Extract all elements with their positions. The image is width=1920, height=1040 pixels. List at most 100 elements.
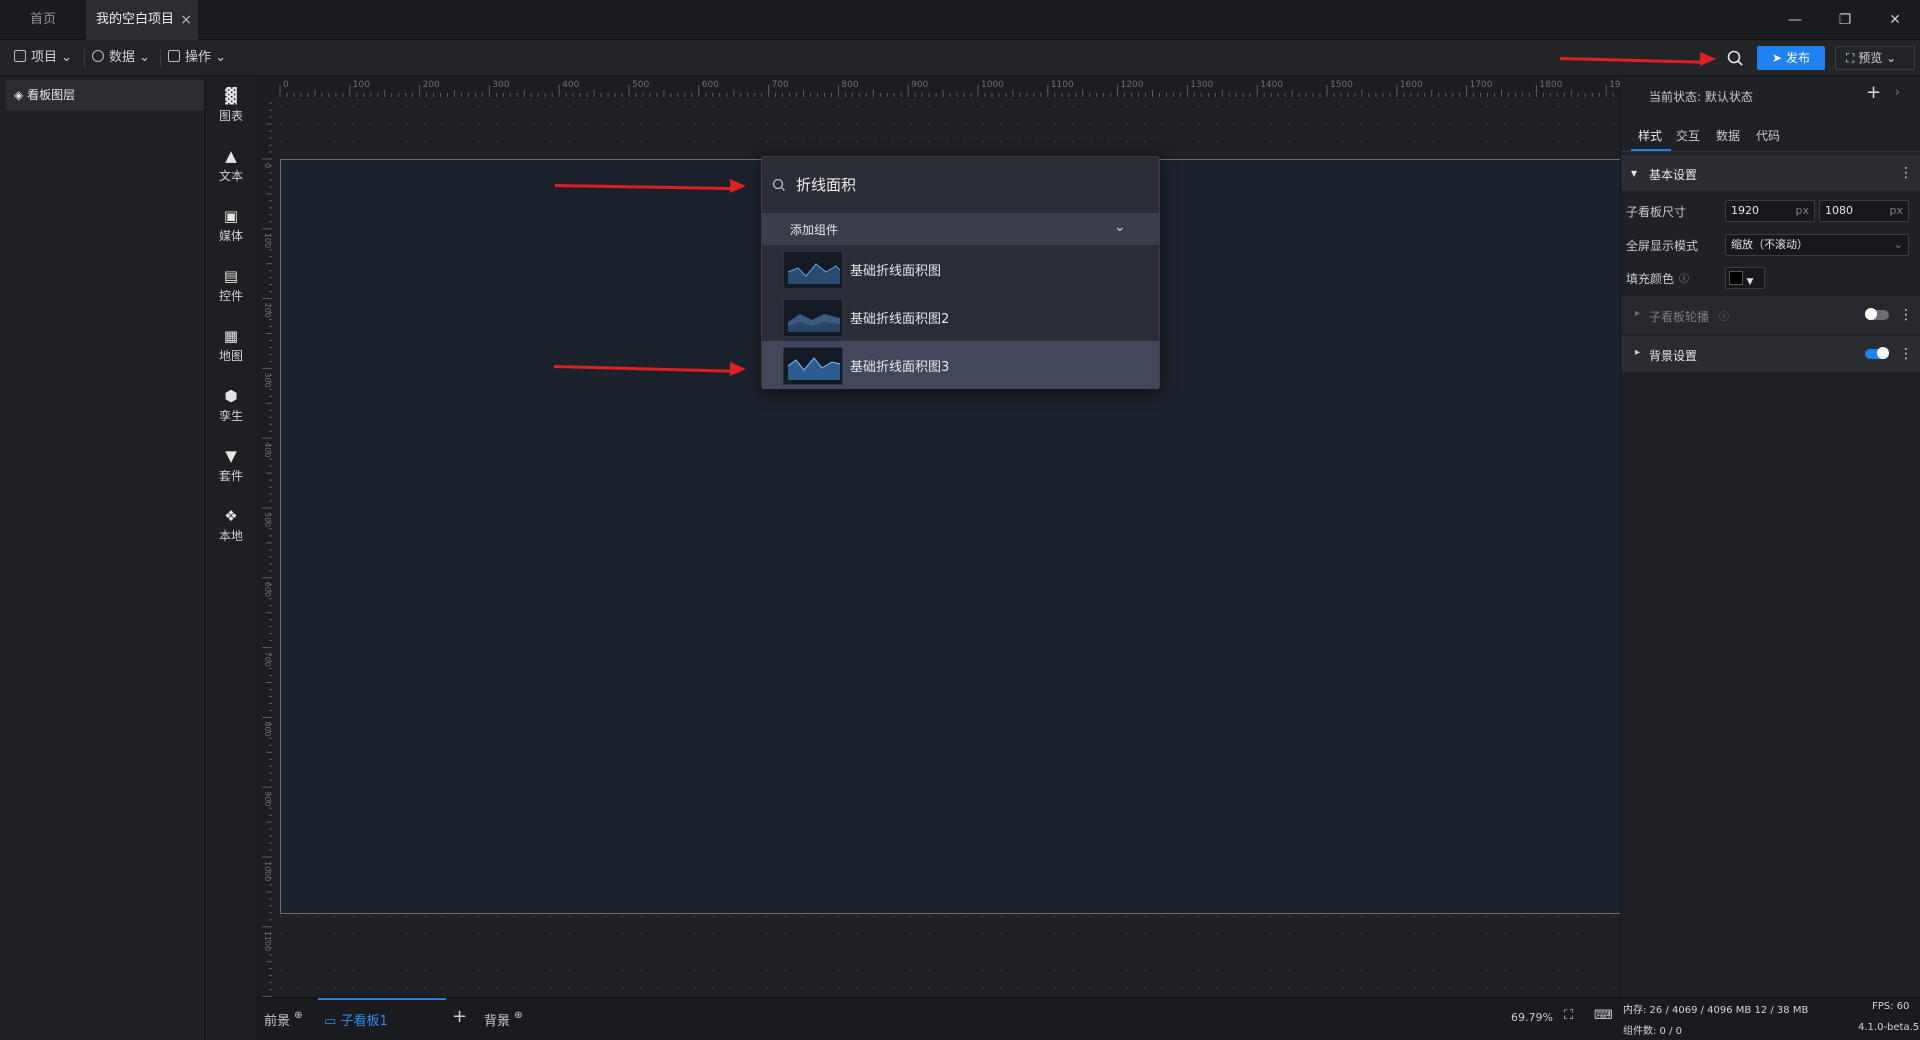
category-map[interactable]: ▦ 地图 [206,327,256,364]
help-icon[interactable]: ⓘ [1719,308,1729,323]
monitor-icon: ▭ [324,1014,337,1029]
component-category-bar: ▓ 图表 ▲ 文本 ▣ 媒体 ▤ 控件 ▦ 地图 ⬢ 孪生 ▼ 套件 ❖ 本地 [206,77,256,1040]
section-carousel[interactable]: ▸ 子看板轮播 ⓘ ⋮ [1621,296,1920,334]
add-circle-icon[interactable]: ⊕ [514,1010,522,1021]
search-result-item[interactable]: 基础折线面积图2 [762,293,1159,341]
tab-subboard-label: 子看板1 [340,1014,388,1029]
search-icon[interactable] [1726,49,1744,67]
ruler-label: 700 [772,80,789,90]
more-icon[interactable]: ⋮ [1899,308,1913,322]
tab-foreground[interactable]: 前景 ⊕ [264,1010,303,1029]
preview-label: 预览 [1858,51,1883,65]
chevron-down-icon: ⌄ [1886,51,1897,65]
tab-project[interactable]: 我的空白项目 × [86,0,198,40]
carousel-toggle[interactable] [1865,308,1889,320]
category-chart[interactable]: ▓ 图表 [206,87,256,124]
category-local[interactable]: ❖ 本地 [206,507,256,544]
publish-label: 发布 [1785,51,1810,65]
title-bar: 首页 我的空白项目 × — ❐ ✕ [0,0,1920,40]
category-label: 孪生 [218,409,243,423]
section-basic-settings[interactable]: ▾ 基本设置 ⋮ [1621,155,1920,191]
search-input[interactable]: 折线面积 [796,174,856,195]
group-label: 添加组件 [790,223,839,237]
fit-screen-icon[interactable]: ⛶ [1564,1008,1573,1023]
category-kit[interactable]: ▼ 套件 [206,447,256,484]
category-media[interactable]: ▣ 媒体 [206,207,256,244]
tab-background[interactable]: 背景 ⊕ [484,1010,523,1029]
shirt-icon: ▼ [225,447,237,465]
result-group-header[interactable]: 添加组件 ⌄ [762,213,1159,245]
menu-operate-label: 操作 [185,50,212,65]
tab-home[interactable]: 首页 [18,0,68,40]
tab-style[interactable]: 样式 [1638,127,1662,144]
close-icon[interactable]: × [180,0,192,40]
add-circle-icon[interactable]: ⊕ [294,1010,302,1021]
chevron-down-icon: ⌄ [61,50,73,65]
tab-data[interactable]: 数据 [1716,127,1740,144]
ruler-label: 1000 [263,861,272,881]
ruler-horizontal[interactable]: 0 100 200 300 400 500 600 700 800 900 1000 1100 1200… [272,77,1620,97]
menu-data[interactable]: 数据 ⌄ [92,40,150,76]
result-label: 基础折线面积图3 [850,360,950,375]
add-state-button[interactable]: + [1866,82,1881,103]
ruler-ticks: 01002003004005006007008009001000110000 [262,102,272,997]
category-label: 套件 [218,469,243,483]
ruler-label: 1300 [1190,80,1213,90]
background-toggle[interactable] [1865,347,1889,359]
ruler-label: 1600 [1400,80,1423,90]
height-value: 1080 [1825,204,1853,217]
search-result-item-selected[interactable]: 基础折线面积图3 [762,341,1159,389]
more-icon[interactable]: ⋮ [1899,347,1913,361]
height-input[interactable]: 1080 px [1819,200,1909,222]
section-title: 背景设置 [1649,349,1698,363]
cube-icon: ⬢ [224,387,238,405]
tab-code[interactable]: 代码 [1756,127,1780,144]
help-icon[interactable]: ⓘ [1679,270,1689,285]
chevron-down-icon: ⌄ [139,50,151,65]
more-icon[interactable]: ⋮ [1899,166,1913,180]
fullscreen-mode-select[interactable]: 缩放（不滚动） ⌄ [1725,234,1909,256]
category-twin[interactable]: ⬢ 孪生 [206,387,256,424]
tab-interaction[interactable]: 交互 [1676,127,1700,144]
layer-panel-header[interactable]: ◈ 看板图层 [6,80,204,110]
ruler-vertical[interactable]: 01002003004005006007008009001000110000 [256,97,272,997]
minimize-icon[interactable]: — [1770,0,1820,40]
category-label: 地图 [218,349,243,363]
menu-operate[interactable]: 操作 ⌄ [168,40,226,76]
zoom-level[interactable]: 69.79% [1511,1011,1553,1024]
bottom-bar: 前景 ⊕ ▭ 子看板1 + 背景 ⊕ 69.79% ⛶ ⌨ [256,997,1620,1040]
restore-icon[interactable]: ❐ [1820,0,1870,40]
category-label: 媒体 [218,229,243,243]
preview-button[interactable]: ⛶ 预览 ⌄ [1835,46,1915,70]
fullscreen-label: 全屏显示模式 [1626,239,1699,253]
result-label: 基础折线面积图2 [850,312,950,327]
chart-thumbnail [783,251,843,289]
search-row[interactable]: 折线面积 [762,157,1159,213]
tab-subboard[interactable]: ▭ 子看板1 [324,1010,388,1029]
menu-project[interactable]: 项目 ⌄ [14,40,72,76]
menu-data-label: 数据 [109,50,136,65]
ruler-label: 500 [632,80,649,90]
section-background[interactable]: ▸ 背景设置 ⋮ [1621,336,1920,372]
keyboard-icon[interactable]: ⌨ [1594,1008,1613,1023]
search-result-item[interactable]: 基础折线面积图 [762,245,1159,293]
ruler-label: 1100 [1051,80,1074,90]
ruler-label: 1700 [1470,80,1493,90]
ruler-label: 900 [263,791,272,806]
chevron-right-icon[interactable]: › [1895,85,1900,99]
memory-status: 内存: 26 / 4069 / 4096 MB 12 / 38 MB [1623,1005,1809,1016]
annotation-arrow-head [730,362,746,376]
document-icon [14,50,26,62]
annotation-arrow-head [730,179,746,193]
fullscreen-icon: ⛶ [1846,51,1855,65]
category-control[interactable]: ▤ 控件 [206,267,256,304]
width-input[interactable]: 1920 px [1725,200,1815,222]
color-swatch [1729,271,1743,285]
add-subboard-button[interactable]: + [452,1006,467,1027]
publish-button[interactable]: ➤ 发布 [1757,46,1825,70]
tab-foreground-label: 前景 [264,1014,291,1029]
fill-color-picker[interactable]: ▼ [1725,267,1765,289]
category-label: 图表 [218,109,243,123]
window-close-icon[interactable]: ✕ [1870,0,1920,40]
category-text[interactable]: ▲ 文本 [206,147,256,184]
